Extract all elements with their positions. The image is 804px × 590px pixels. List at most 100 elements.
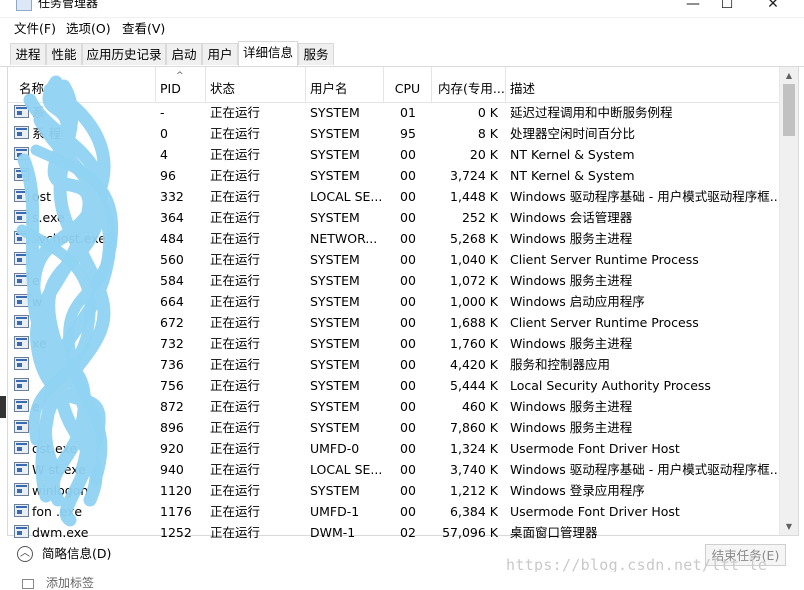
tab-startup[interactable]: 启动 [166,43,202,65]
cell-cpu: 00 [400,420,416,435]
fewer-details-link[interactable]: 简略信息(D) [42,546,111,562]
table-row[interactable]: 756 正在运行 SYSTEM 00 5,444 K Local Security Aut… [8,375,780,396]
cell-name: W st.exe [32,462,86,477]
process-icon [14,483,29,496]
table-row[interactable]: 560 正在运行 SYSTEM 00 1,040 K Client Server Runt… [8,249,780,270]
table-row[interactable]: 672 正在运行 SYSTEM 00 1,688 K Client Server Runt… [8,312,780,333]
table-row[interactable]: e 872 正在运行 SYSTEM 00 460 K Windows 服务主进程 [8,396,780,417]
cell-status: 正在运行 [210,483,261,498]
cell-pid: 96 [160,168,176,183]
process-icon [14,168,29,181]
table-row[interactable]: 系 程 0 正在运行 SYSTEM 95 8 K 处理器空闲时间百分比 [8,123,780,144]
cell-mem: 1,448 K [450,189,498,204]
close-button[interactable]: ✕ [750,0,796,16]
table-row[interactable]: 96 正在运行 SYSTEM 00 3,724 K NT Kernel & System [8,165,780,186]
table-row[interactable]: 系 - 正在运行 SYSTEM 01 0 K 延迟过程调用和中断服务例程 [8,102,780,123]
scroll-up-arrow-icon[interactable]: ▲ [780,67,798,84]
table-row[interactable]: winlogon 1120 正在运行 SYSTEM 00 1,212 K Windows 登… [8,480,780,501]
cell-name [32,312,156,333]
table-row[interactable]: W st.exe 940 正在运行 LOCAL SE... 00 3,740 K Windo… [8,459,780,480]
process-icon [14,210,29,223]
tab-services[interactable]: 服务 [298,43,334,65]
column-header-pid[interactable]: PID [156,67,206,102]
vertical-scrollbar[interactable]: ▲ ▼ [779,67,798,535]
scroll-down-arrow-icon[interactable]: ▼ [780,518,798,535]
details-table: 名称 ^ PID 状态 用户名 CPU 内存(专用... 描述 系 - 正在运行 SY… [7,66,799,540]
menu-options[interactable]: 选项(O) [64,20,113,38]
cell-status: 正在运行 [210,336,261,351]
cell-status: 正在运行 [210,378,261,393]
cell-desc: 延迟过程调用和中断服务例程 [510,105,673,120]
maximize-button[interactable]: ☐ [704,0,750,16]
cell-user: SYSTEM [310,252,360,267]
menu-view[interactable]: 查看(V) [120,20,167,38]
cell-pid: 940 [160,462,184,477]
cell-desc: Windows 服务主进程 [510,231,633,246]
bottom-strip-icon [22,579,34,589]
cell-status: 正在运行 [210,273,261,288]
tab-users[interactable]: 用户 [202,43,238,65]
table-row[interactable]: ost 332 正在运行 LOCAL SE... 00 1,448 K Windows 驱动… [8,186,780,207]
table-row[interactable]: e 584 正在运行 SYSTEM 00 1,072 K Windows 服务主进程 [8,270,780,291]
tab-performance[interactable]: 性能 [46,43,82,65]
table-row[interactable]: xe 732 正在运行 SYSTEM 00 1,760 K Windows 服务主进程 [8,333,780,354]
cell-cpu: 00 [400,399,416,414]
cell-user: SYSTEM [310,105,360,120]
cell-name: fon .exe [32,504,83,519]
cell-user: SYSTEM [310,126,360,141]
chevron-up-icon[interactable]: ︿ [17,546,33,562]
cell-mem: 7,860 K [450,420,498,435]
cell-name [32,417,156,438]
tab-details[interactable]: 详细信息 [238,41,298,67]
table-row[interactable]: ost.exe 920 正在运行 UMFD-0 00 1,324 K Usermode Fo… [8,438,780,459]
scrollbar-thumb[interactable] [783,84,795,136]
column-header-cpu[interactable]: CPU [384,67,432,102]
process-icon [14,294,29,307]
cell-mem: 1,688 K [450,315,498,330]
column-header-name[interactable]: 名称 [8,67,156,102]
process-icon [14,378,29,391]
table-row[interactable]: s.exe 364 正在运行 SYSTEM 00 252 K Windows 会话管理器 [8,207,780,228]
table-row[interactable]: 896 正在运行 SYSTEM 00 7,860 K Windows 服务主进程 [8,417,780,438]
cell-user: SYSTEM [310,420,360,435]
cell-pid: 584 [160,273,184,288]
window-title: 任务管理器 [38,0,99,10]
process-icon [14,273,29,286]
table-row[interactable]: w 664 正在运行 SYSTEM 00 1,000 K Windows 启动应用程序 [8,291,780,312]
cell-mem: 1,040 K [450,252,498,267]
table-row[interactable]: svchost.exe 484 正在运行 NETWOR... 00 5,268 K Wind… [8,228,780,249]
column-header-description[interactable]: 描述 [506,67,780,102]
bottom-strip-label[interactable]: 添加标签 [46,576,94,590]
cell-user: UMFD-0 [310,441,360,456]
cell-desc: Client Server Runtime Process [510,315,699,330]
cell-name: 系 程 [32,126,61,141]
cell-pid: 560 [160,252,184,267]
column-header-user[interactable]: 用户名 [306,67,384,102]
cell-user: UMFD-1 [310,504,360,519]
cell-cpu: 00 [400,147,416,162]
tab-app-history[interactable]: 应用历史记录 [82,43,166,65]
cell-status: 正在运行 [210,462,261,477]
cell-pid: 732 [160,336,184,351]
cell-desc: Windows 启动应用程序 [510,294,645,309]
cell-status: 正在运行 [210,105,261,120]
table-row[interactable]: fon .exe 1176 正在运行 UMFD-1 00 6,384 K Usermode … [8,501,780,522]
cell-cpu: 00 [400,210,416,225]
cell-user: SYSTEM [310,210,360,225]
cell-status: 正在运行 [210,441,261,456]
process-icon [14,357,29,370]
cell-mem: 5,444 K [450,378,498,393]
cell-name: ost [32,189,52,204]
table-row[interactable]: 736 正在运行 SYSTEM 00 4,420 K 服务和控制器应用 [8,354,780,375]
menu-file[interactable]: 文件(F) [12,20,58,38]
column-header-status[interactable]: 状态 [206,67,306,102]
cell-cpu: 00 [400,168,416,183]
cell-status: 正在运行 [210,231,261,246]
column-header-memory[interactable]: 内存(专用... [432,67,506,102]
process-icon [14,462,29,475]
table-row[interactable]: 4 正在运行 SYSTEM 00 20 K NT Kernel & System [8,144,780,165]
tab-processes[interactable]: 进程 [10,43,46,65]
cell-cpu: 00 [400,252,416,267]
process-icon [14,126,29,139]
cell-pid: 920 [160,441,184,456]
